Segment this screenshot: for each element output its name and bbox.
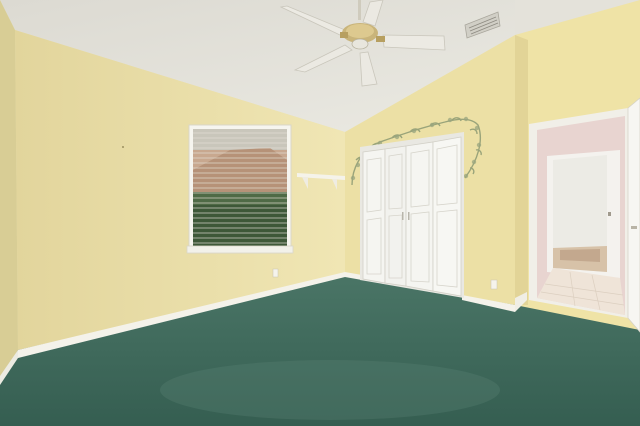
door-handle-icon	[631, 226, 637, 229]
hallway-doorway	[529, 108, 628, 318]
carpet-highlight	[160, 360, 500, 420]
wall-corner-shade	[515, 35, 528, 305]
empty-bedroom-scene	[0, 0, 640, 426]
closet-door-icon	[360, 132, 464, 298]
outlet-icon	[272, 268, 279, 278]
window-icon	[186, 124, 294, 254]
open-door-edge	[627, 97, 640, 333]
outlet-right-icon	[490, 279, 498, 290]
wall-nail	[122, 146, 124, 148]
